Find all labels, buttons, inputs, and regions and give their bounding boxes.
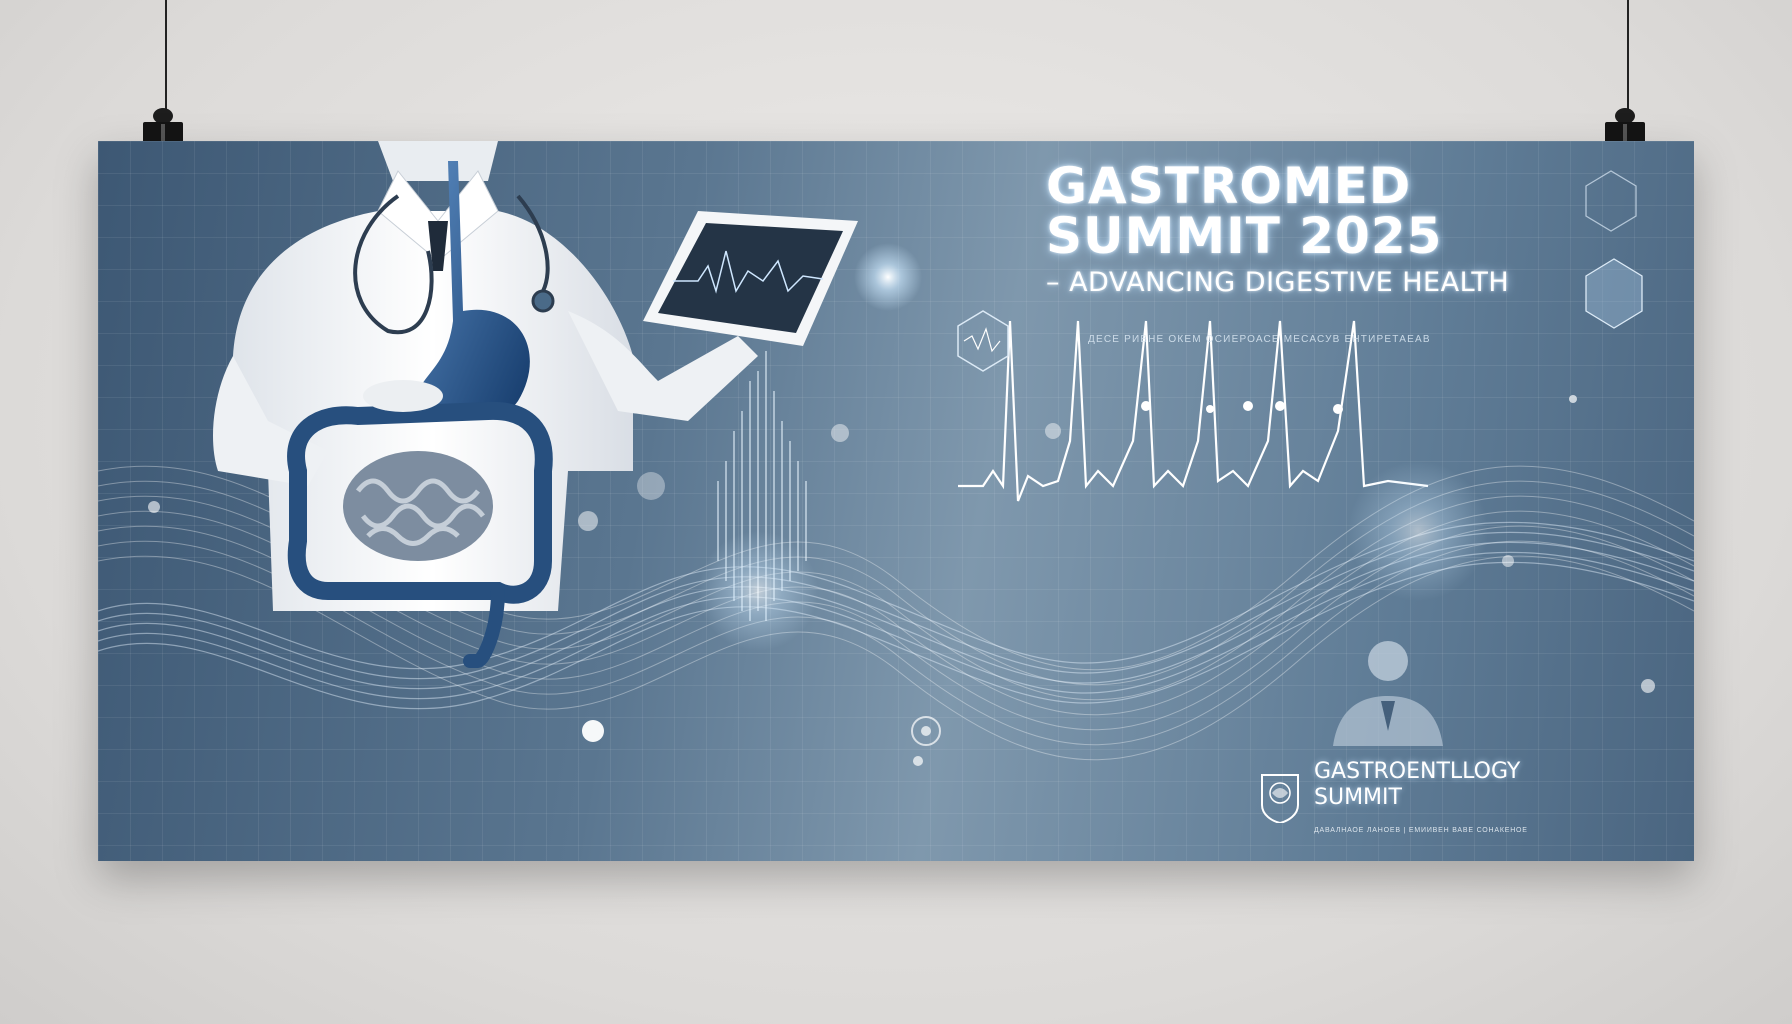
light-flare (854, 243, 922, 311)
subtitle: – ADVANCING DIGESTIVE HEALTH (1046, 267, 1510, 298)
doctor-figure (213, 141, 758, 668)
logo-title: GASTROENTLLOGY SUMMIT (1314, 759, 1520, 811)
tablet-icon (643, 211, 858, 346)
ecg-wave-icon (958, 320, 1429, 502)
logo-caption: ДАВАЛНАОЕ ЛАНОЕВ | ЕМИИВЕН ВАВЕ СОНАКЕНО… (1314, 827, 1528, 834)
hexagon-icon (957, 310, 1009, 372)
tagline: ДЕСЕ РИБНЕ ОКЕМ ОСИЕРОАСЕ МЕСАСУВ ЕНТИРЕ… (1088, 334, 1431, 345)
logo-line-2: SUMMIT (1314, 785, 1402, 810)
title-line-2: SUMMIT 2025 (1046, 207, 1443, 265)
hanging-wire-left (165, 0, 167, 112)
emblem-icon (1261, 774, 1299, 823)
logo-line-1: GASTROENTLLOGY (1314, 759, 1521, 784)
title-block: GASTROMED SUMMIT 2025 – ADVANCING DIGEST… (1046, 161, 1666, 305)
doctor-avatar-icon (1333, 641, 1443, 746)
light-flare (698, 531, 818, 651)
poster-banner: GASTROMED SUMMIT 2025 – ADVANCING DIGEST… (98, 141, 1694, 861)
hanging-wire-right (1627, 0, 1629, 112)
title-line-1: GASTROMED (1046, 157, 1412, 215)
light-flare (1348, 461, 1488, 601)
